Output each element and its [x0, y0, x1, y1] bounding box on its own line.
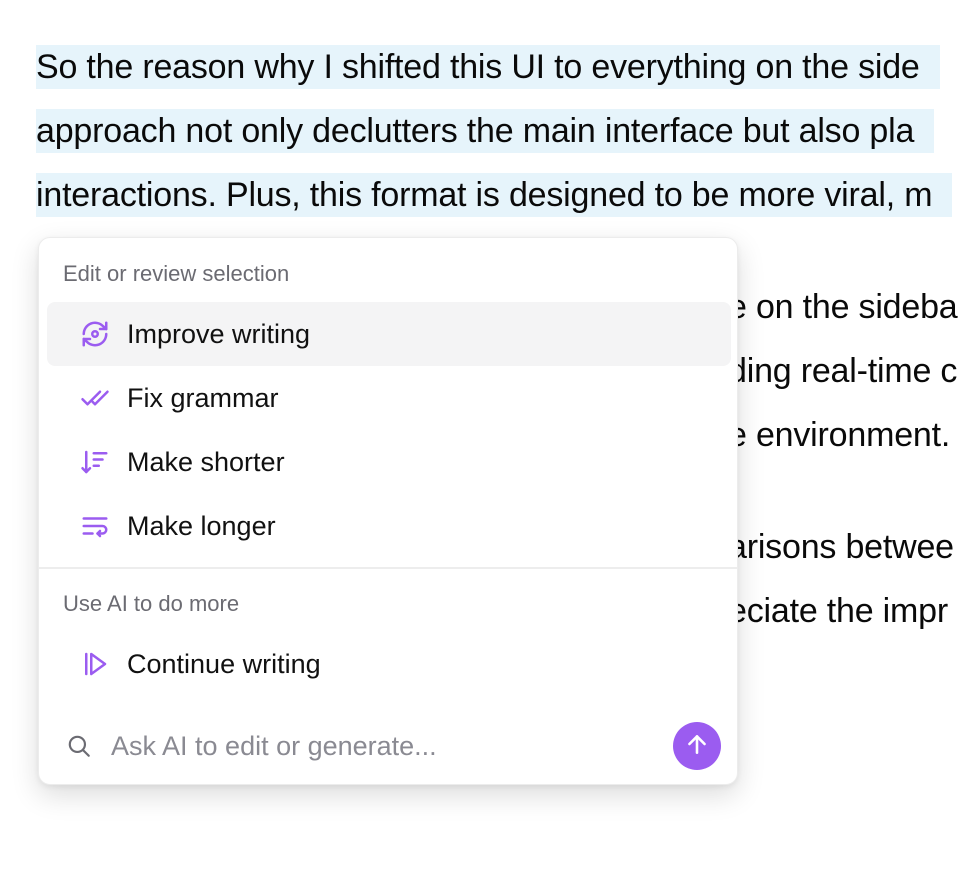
selected-text-line[interactable]: interactions. Plus, this format is desig…: [36, 173, 953, 217]
menu-item-make-shorter[interactable]: Make shorter: [47, 430, 731, 494]
ask-ai-input[interactable]: [109, 729, 653, 763]
ask-ai-bar: [39, 712, 737, 780]
paragraph-text-fragment: arisons betwee: [728, 528, 954, 566]
paragraph-text-fragment: ding real-time c: [728, 352, 958, 390]
play-forward-icon: [79, 648, 111, 680]
menu-item-fix-grammar[interactable]: Fix grammar: [47, 366, 731, 430]
section-label-edit: Edit or review selection: [63, 261, 290, 286]
search-icon: [65, 732, 93, 760]
section-label-ai: Use AI to do more: [63, 591, 240, 616]
selected-text-line[interactable]: approach not only declutters the main in…: [36, 109, 935, 153]
menu-divider: [39, 567, 737, 569]
sort-shorter-icon: [79, 446, 111, 478]
paragraph-text-fragment: e on the sideba: [728, 288, 958, 326]
menu-item-make-longer[interactable]: Make longer: [47, 494, 731, 558]
arrow-up-icon: [684, 731, 710, 762]
menu-item-label: Improve writing: [127, 318, 311, 349]
improve-writing-icon: [79, 318, 111, 350]
menu-item-label: Continue writing: [127, 648, 321, 679]
double-check-icon: [79, 382, 111, 414]
menu-item-label: Make shorter: [127, 446, 285, 477]
selected-text-line[interactable]: So the reason why I shifted this UI to e…: [36, 45, 940, 89]
menu-item-label: Make longer: [127, 510, 276, 541]
ai-command-menu: Edit or review selection Improve writing…: [38, 237, 738, 785]
menu-item-continue-writing[interactable]: Continue writing: [47, 632, 731, 696]
paragraph-text-fragment: eciate the impr: [728, 592, 948, 630]
wrap-text-icon: [79, 510, 111, 542]
send-button[interactable]: [673, 722, 721, 770]
menu-item-label: Fix grammar: [127, 382, 279, 413]
paragraph-text-fragment: e environment.: [728, 416, 951, 454]
menu-item-improve-writing[interactable]: Improve writing: [47, 302, 731, 366]
